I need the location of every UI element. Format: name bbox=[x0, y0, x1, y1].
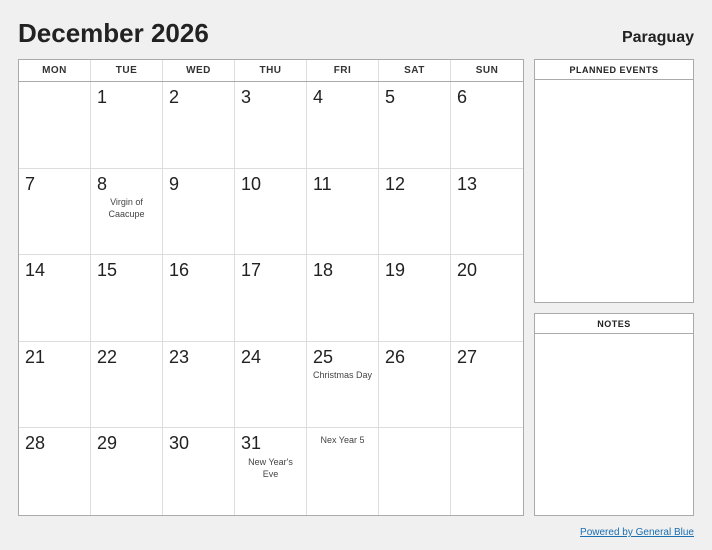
powered-by-link[interactable]: Powered by General Blue bbox=[580, 527, 694, 538]
day-header-sat: SAT bbox=[379, 60, 451, 81]
table-row: 23 bbox=[163, 342, 235, 429]
table-row bbox=[19, 82, 91, 169]
day-header-thu: THU bbox=[235, 60, 307, 81]
main-area: MONTUEWEDTHUFRISATSUN 12345678Virgin of … bbox=[18, 59, 694, 516]
footer: Powered by General Blue bbox=[18, 522, 694, 540]
day-number: 31 bbox=[241, 433, 300, 455]
table-row: 18 bbox=[307, 255, 379, 342]
day-header-wed: WED bbox=[163, 60, 235, 81]
table-row: 17 bbox=[235, 255, 307, 342]
table-row: 14 bbox=[19, 255, 91, 342]
day-number: 10 bbox=[241, 174, 300, 196]
day-number: 27 bbox=[457, 347, 517, 369]
day-header-fri: FRI bbox=[307, 60, 379, 81]
table-row: 9 bbox=[163, 169, 235, 256]
day-number: 1 bbox=[97, 87, 156, 109]
table-row bbox=[379, 428, 451, 515]
country-label: Paraguay bbox=[622, 29, 694, 47]
event-label: New Year's Eve bbox=[241, 457, 300, 480]
day-number: 4 bbox=[313, 87, 372, 109]
table-row: 11 bbox=[307, 169, 379, 256]
day-number: 11 bbox=[313, 174, 372, 196]
day-number: 26 bbox=[385, 347, 444, 369]
day-number: 18 bbox=[313, 260, 372, 282]
table-row: 30 bbox=[163, 428, 235, 515]
table-row: 3 bbox=[235, 82, 307, 169]
table-row: 13 bbox=[451, 169, 523, 256]
event-label: Nex Year 5 bbox=[313, 435, 372, 447]
calendar: MONTUEWEDTHUFRISATSUN 12345678Virgin of … bbox=[18, 59, 524, 516]
table-row: 1 bbox=[91, 82, 163, 169]
table-row: 21 bbox=[19, 342, 91, 429]
page: December 2026 Paraguay MONTUEWEDTHUFRISA… bbox=[0, 0, 712, 550]
table-row: 7 bbox=[19, 169, 91, 256]
table-row: 29 bbox=[91, 428, 163, 515]
table-row: Nex Year 5 bbox=[307, 428, 379, 515]
table-row: 10 bbox=[235, 169, 307, 256]
table-row: 5 bbox=[379, 82, 451, 169]
day-number: 3 bbox=[241, 87, 300, 109]
day-number: 20 bbox=[457, 260, 517, 282]
day-header-tue: TUE bbox=[91, 60, 163, 81]
table-row: 8Virgin of Caacupe bbox=[91, 169, 163, 256]
day-number: 21 bbox=[25, 347, 84, 369]
day-number: 23 bbox=[169, 347, 228, 369]
notes-box: NOTES bbox=[534, 313, 694, 516]
notes-title: NOTES bbox=[535, 314, 693, 334]
table-row: 16 bbox=[163, 255, 235, 342]
day-number: 17 bbox=[241, 260, 300, 282]
header: December 2026 Paraguay bbox=[18, 18, 694, 49]
day-number: 8 bbox=[97, 174, 156, 196]
day-header-sun: SUN bbox=[451, 60, 523, 81]
day-number: 14 bbox=[25, 260, 84, 282]
table-row: 27 bbox=[451, 342, 523, 429]
day-number: 7 bbox=[25, 174, 84, 196]
day-header-mon: MON bbox=[19, 60, 91, 81]
calendar-grid: 12345678Virgin of Caacupe910111213141516… bbox=[19, 82, 523, 515]
table-row bbox=[451, 428, 523, 515]
notes-content bbox=[535, 334, 693, 515]
planned-events-title: PLANNED EVENTS bbox=[535, 60, 693, 80]
day-number: 2 bbox=[169, 87, 228, 109]
day-number: 9 bbox=[169, 174, 228, 196]
table-row: 4 bbox=[307, 82, 379, 169]
planned-events-content bbox=[535, 80, 693, 302]
day-number: 16 bbox=[169, 260, 228, 282]
day-number: 25 bbox=[313, 347, 372, 369]
sidebar: PLANNED EVENTS NOTES bbox=[534, 59, 694, 516]
table-row: 20 bbox=[451, 255, 523, 342]
table-row: 22 bbox=[91, 342, 163, 429]
day-number: 15 bbox=[97, 260, 156, 282]
table-row: 25Christmas Day bbox=[307, 342, 379, 429]
table-row: 2 bbox=[163, 82, 235, 169]
event-label: Virgin of Caacupe bbox=[97, 197, 156, 220]
table-row: 31New Year's Eve bbox=[235, 428, 307, 515]
table-row: 24 bbox=[235, 342, 307, 429]
day-number: 13 bbox=[457, 174, 517, 196]
calendar-header-row: MONTUEWEDTHUFRISATSUN bbox=[19, 60, 523, 82]
table-row: 15 bbox=[91, 255, 163, 342]
day-number: 29 bbox=[97, 433, 156, 455]
day-number: 22 bbox=[97, 347, 156, 369]
page-title: December 2026 bbox=[18, 18, 209, 49]
day-number: 12 bbox=[385, 174, 444, 196]
day-number: 30 bbox=[169, 433, 228, 455]
table-row: 6 bbox=[451, 82, 523, 169]
table-row: 19 bbox=[379, 255, 451, 342]
table-row: 12 bbox=[379, 169, 451, 256]
event-label: Christmas Day bbox=[313, 370, 372, 382]
day-number: 19 bbox=[385, 260, 444, 282]
table-row: 28 bbox=[19, 428, 91, 515]
day-number: 6 bbox=[457, 87, 517, 109]
day-number: 5 bbox=[385, 87, 444, 109]
day-number: 24 bbox=[241, 347, 300, 369]
day-number: 28 bbox=[25, 433, 84, 455]
planned-events-box: PLANNED EVENTS bbox=[534, 59, 694, 303]
table-row: 26 bbox=[379, 342, 451, 429]
